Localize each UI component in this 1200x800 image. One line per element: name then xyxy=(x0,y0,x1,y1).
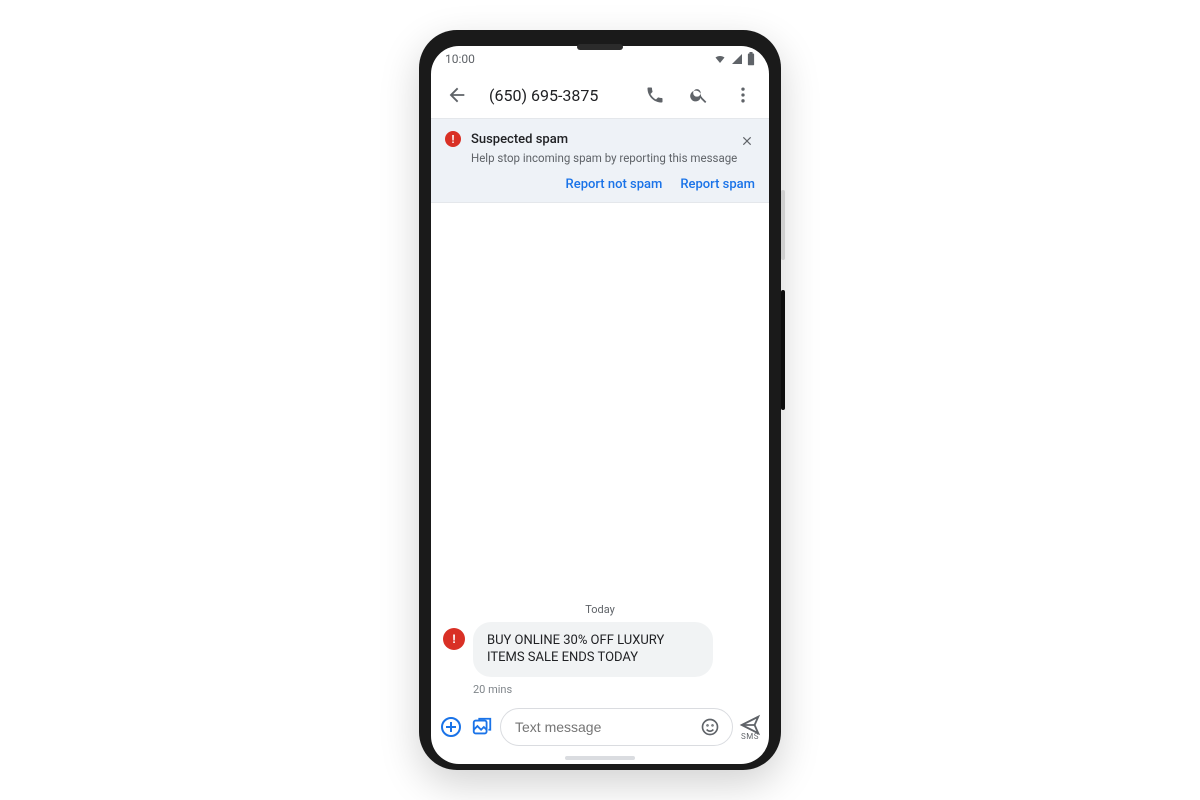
date-label: Today xyxy=(443,603,757,616)
status-icons xyxy=(713,52,755,66)
wifi-icon xyxy=(713,53,727,65)
phone-device-frame: 10:00 (650) 695-3875 xyxy=(419,30,781,770)
status-time: 10:00 xyxy=(445,52,475,66)
message-input[interactable] xyxy=(515,719,696,735)
message-timestamp: 20 mins xyxy=(473,683,757,696)
phone-icon xyxy=(645,85,665,105)
search-icon xyxy=(689,85,709,105)
spam-banner-close-button[interactable] xyxy=(733,127,761,155)
conversation-phone-number[interactable]: (650) 695-3875 xyxy=(489,86,629,105)
spam-banner-subtitle: Help stop incoming spam by reporting thi… xyxy=(471,151,755,167)
message-bubble[interactable]: BUY ONLINE 30% OFF LUXURY ITEMS SALE END… xyxy=(473,622,713,677)
conversation-area[interactable]: Today ! BUY ONLINE 30% OFF LUXURY ITEMS … xyxy=(431,203,769,704)
phone-earpiece xyxy=(577,44,623,50)
spam-banner: ! Suspected spam Help stop incoming spam… xyxy=(431,118,769,203)
add-attachment-button[interactable] xyxy=(439,711,464,743)
message-row: ! BUY ONLINE 30% OFF LUXURY ITEMS SALE E… xyxy=(443,622,757,677)
alert-icon: ! xyxy=(445,131,461,147)
plus-circle-icon xyxy=(439,715,463,739)
phone-power-button xyxy=(781,190,785,260)
emoji-button[interactable] xyxy=(696,713,724,741)
phone-volume-button xyxy=(781,290,785,410)
spam-avatar-icon[interactable]: ! xyxy=(443,628,465,650)
message-input-container[interactable] xyxy=(500,708,733,746)
app-bar: (650) 695-3875 xyxy=(431,72,769,118)
phone-screen: 10:00 (650) 695-3875 xyxy=(431,46,769,764)
gallery-icon xyxy=(471,716,493,738)
signal-icon xyxy=(731,53,743,65)
close-icon xyxy=(740,134,754,148)
gallery-button[interactable] xyxy=(470,711,495,743)
gesture-nav-pill[interactable] xyxy=(565,756,635,760)
report-spam-button[interactable]: Report spam xyxy=(680,177,755,192)
search-button[interactable] xyxy=(681,77,717,113)
composer-bar: SMS xyxy=(431,704,769,756)
emoji-icon xyxy=(700,717,720,737)
more-vert-icon xyxy=(733,85,753,105)
back-button[interactable] xyxy=(439,77,475,113)
call-button[interactable] xyxy=(637,77,673,113)
report-not-spam-button[interactable]: Report not spam xyxy=(566,177,663,192)
arrow-back-icon xyxy=(446,84,468,106)
overflow-menu-button[interactable] xyxy=(725,77,761,113)
send-mode-label: SMS xyxy=(741,732,759,741)
battery-icon xyxy=(747,52,755,66)
send-button[interactable]: SMS xyxy=(739,714,761,741)
spam-banner-title: Suspected spam xyxy=(471,132,568,147)
